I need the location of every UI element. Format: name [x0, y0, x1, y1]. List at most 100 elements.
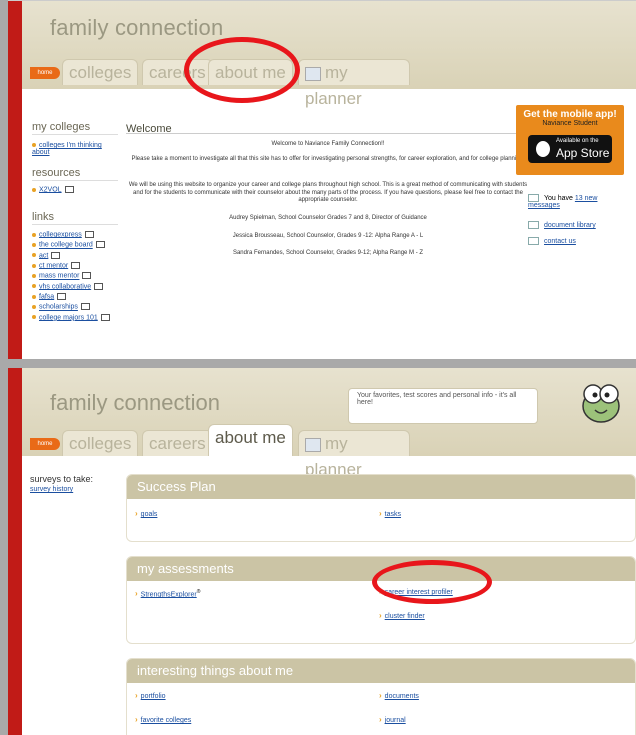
counselor-line: Jessica Brousseau, School Counselor, Gra…	[232, 233, 424, 239]
list-item: › goals	[135, 509, 157, 518]
list-item: act	[32, 251, 110, 259]
list-item: vhs collaborative	[32, 282, 110, 290]
link-college-board[interactable]: the college board	[39, 242, 93, 249]
tab-careers[interactable]: careers	[142, 430, 213, 456]
screenshot-bottom: family connection Your favorites, test s…	[8, 368, 636, 735]
colleges-thinking-link[interactable]: colleges I'm thinking about	[32, 142, 102, 156]
list-item: › documents	[379, 691, 419, 700]
tab-about-me[interactable]: about me	[208, 424, 293, 456]
list-item: fafsa	[32, 293, 110, 300]
tab-home[interactable]: home	[30, 67, 60, 79]
list-item: collegexpress	[32, 231, 110, 238]
list-item: mass mentor	[32, 272, 110, 280]
link-act[interactable]: act	[39, 252, 48, 259]
list-item: scholarships	[32, 303, 110, 311]
external-window-icon	[95, 241, 105, 249]
counselor-line: Sandra Fernandes, School Counselor, Grad…	[232, 250, 424, 256]
goals-link[interactable]: goals	[141, 511, 158, 518]
success-plan-section: Success Plan › goals › tasks	[126, 474, 636, 542]
contact: contact us	[528, 237, 576, 245]
resources-heading: resources	[32, 167, 81, 179]
chevron-right-icon: ›	[135, 589, 138, 599]
portfolio-link[interactable]: portfolio	[141, 693, 166, 700]
site-logo[interactable]: family connection	[50, 390, 220, 416]
contact-us-link[interactable]: contact us	[544, 238, 576, 245]
bullet-icon	[32, 263, 36, 268]
cluster-finder-link[interactable]: cluster finder	[385, 613, 425, 620]
registered-mark: ®	[196, 589, 201, 595]
tab-home[interactable]: home	[30, 438, 60, 450]
list-item: › StrengthsExplorer®	[135, 589, 200, 598]
divider	[126, 133, 530, 134]
bullet-icon	[32, 143, 36, 148]
interesting-things-section: interesting things about me › portfolio ›…	[126, 658, 636, 735]
brand-bar	[8, 1, 22, 359]
favorite-colleges-link[interactable]: favorite colleges	[141, 717, 192, 724]
section-title: Success Plan	[127, 475, 635, 499]
list-item: › tasks	[379, 509, 401, 518]
document-library: document library	[528, 221, 596, 229]
bullet-icon	[32, 242, 36, 247]
journal-link[interactable]: journal	[385, 717, 406, 724]
chevron-right-icon: ›	[379, 509, 382, 518]
app-store-button[interactable]: Available on the App Store	[528, 135, 612, 163]
chevron-right-icon: ›	[135, 509, 138, 518]
external-window-icon	[64, 186, 74, 193]
surveys-label: surveys to take:	[30, 474, 94, 484]
counselor-line: Audrey Spielman, School Counselor Grades…	[229, 215, 427, 221]
highlight-circle	[372, 560, 492, 604]
links-list: collegexpress the college board act ct m…	[32, 231, 110, 324]
header: family connection Your favorites, test s…	[22, 368, 636, 479]
external-window-icon	[82, 272, 92, 280]
external-window-icon	[94, 282, 104, 290]
tab-my-planner[interactable]: my planner	[298, 430, 410, 479]
list-item: ct mentor	[32, 262, 110, 269]
bullet-icon	[32, 304, 36, 309]
list-item: › favorite colleges	[135, 715, 191, 724]
link-collegexpress[interactable]: collegexpress	[39, 231, 82, 238]
documents-link[interactable]: documents	[385, 693, 419, 700]
document-library-link[interactable]: document library	[544, 222, 596, 229]
link-mass-mentor[interactable]: mass mentor	[39, 273, 79, 280]
list-item: › journal	[379, 715, 406, 724]
messages-prefix: You have	[544, 194, 575, 202]
screenshot-top: family connection home colleges careers …	[8, 0, 636, 359]
info-bubble: Your favorites, test scores and personal…	[348, 388, 538, 424]
link-scholarships[interactable]: scholarships	[39, 304, 78, 311]
bullet-icon	[32, 273, 36, 278]
chevron-right-icon: ›	[379, 715, 382, 724]
chevron-right-icon: ›	[135, 715, 138, 724]
external-window-icon	[57, 293, 67, 301]
messages: You have 13 new messages	[528, 194, 628, 209]
chevron-right-icon: ›	[379, 691, 382, 700]
mobile-app-badge[interactable]: Get the mobile app! Naviance Student Ava…	[516, 105, 624, 175]
welcome-line: Welcome to Naviance Family Connection!!	[271, 141, 385, 147]
brand-bar	[8, 368, 22, 735]
welcome-line: Please take a moment to investigate all …	[131, 156, 525, 162]
link-vhs-collaborative[interactable]: vhs collaborative	[39, 283, 91, 290]
tab-colleges[interactable]: colleges	[62, 59, 139, 85]
highlight-circle	[184, 37, 300, 103]
welcome-line: We will be using this website to organiz…	[128, 182, 528, 203]
x2vol-link[interactable]: X2VOL	[39, 186, 62, 193]
tab-colleges[interactable]: colleges	[62, 430, 139, 456]
list-item: › portfolio	[135, 691, 166, 700]
app-store-big: App Store	[556, 146, 610, 160]
bullet-icon	[32, 284, 36, 289]
tasks-link[interactable]: tasks	[385, 511, 401, 518]
bullet-icon	[32, 294, 36, 299]
strengths-explorer-link[interactable]: StrengthsExplorer	[141, 591, 197, 598]
link-ct-mentor[interactable]: ct mentor	[39, 262, 68, 269]
survey-history-link[interactable]: survey history	[30, 486, 73, 493]
bullet-icon	[32, 315, 36, 320]
site-logo[interactable]: family connection	[50, 15, 223, 41]
tab-my-planner[interactable]: my planner	[298, 59, 410, 108]
list-item: › cluster finder	[379, 611, 425, 620]
section-title: interesting things about me	[127, 659, 635, 683]
chevron-right-icon: ›	[135, 691, 138, 700]
link-fafsa[interactable]: fafsa	[39, 293, 54, 300]
external-window-icon	[71, 262, 81, 270]
header: family connection home colleges careers …	[22, 1, 636, 108]
link-college-majors[interactable]: college majors 101	[39, 314, 98, 321]
external-window-icon	[80, 303, 90, 311]
